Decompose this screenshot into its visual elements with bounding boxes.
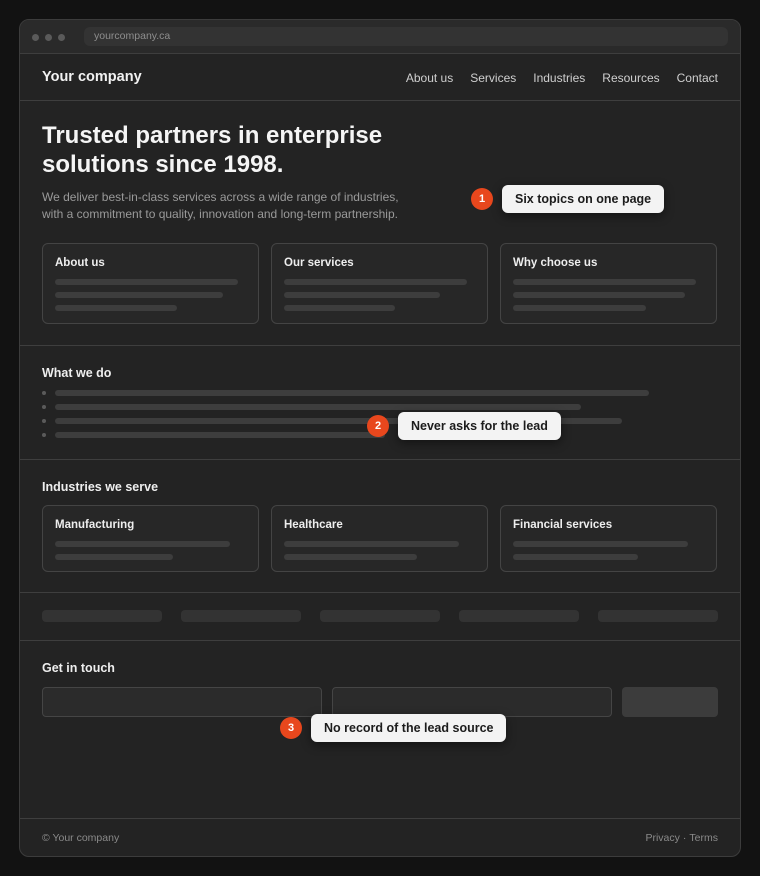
callout-label: Never asks for the lead [398, 412, 561, 440]
hero-section: Trusted partners in enterprise solutions… [20, 101, 740, 346]
card-title: Manufacturing [55, 519, 135, 531]
callout-number-badge: 3 [280, 717, 302, 739]
bullet-dot [42, 391, 46, 395]
copyright-text: © Your company [42, 832, 120, 844]
logo-placeholder [42, 610, 162, 622]
text-placeholder-line [55, 554, 173, 560]
card-financial-services[interactable]: Financial services [500, 505, 717, 572]
window-control-dot[interactable] [32, 34, 39, 41]
text-placeholder-line [55, 292, 223, 298]
card-healthcare[interactable]: Healthcare [271, 505, 488, 572]
card-about-us[interactable]: About us [42, 243, 259, 324]
text-placeholder-line [284, 279, 467, 285]
privacy-link[interactable]: Privacy [645, 832, 679, 844]
card-title: Healthcare [284, 519, 343, 531]
text-placeholder-line [513, 292, 685, 298]
callout-1: 1 Six topics on one page [471, 185, 665, 213]
card-manufacturing[interactable]: Manufacturing [42, 505, 259, 572]
bullet-dot [42, 419, 46, 423]
window-control-dot[interactable] [45, 34, 52, 41]
address-bar[interactable]: yourcompany.ca [84, 27, 728, 46]
logo-placeholder [459, 610, 579, 622]
brand-logo[interactable]: Your company [42, 69, 142, 85]
window-control-dot[interactable] [58, 34, 65, 41]
logo-placeholder [598, 610, 718, 622]
hero-subtitle: We deliver best-in-class services across… [42, 190, 399, 221]
card-title: Why choose us [513, 257, 598, 269]
text-placeholder-line [284, 554, 417, 560]
text-placeholder-line [284, 541, 459, 547]
hero-title: Trusted partners in enterprise solutions… [42, 122, 383, 178]
submit-button[interactable] [622, 687, 718, 717]
nav-link-contact[interactable]: Contact [677, 71, 718, 85]
section-title: Industries we serve [42, 480, 159, 494]
text-placeholder-line [55, 541, 230, 547]
bullet-dot [42, 433, 46, 437]
terms-link[interactable]: Terms [689, 832, 718, 844]
text-placeholder-line [55, 390, 649, 396]
what-we-do-section: What we do [20, 346, 740, 460]
text-placeholder-line [284, 292, 440, 298]
text-placeholder-line [513, 554, 638, 560]
contact-field[interactable] [332, 687, 612, 717]
nav-link-resources[interactable]: Resources [602, 71, 659, 85]
section-title: What we do [42, 366, 112, 380]
text-placeholder-line [55, 432, 385, 438]
card-title: Financial services [513, 519, 613, 531]
text-placeholder-line [513, 541, 688, 547]
text-placeholder-line [513, 279, 696, 285]
text-placeholder-line [513, 305, 646, 311]
callout-label: Six topics on one page [502, 185, 665, 213]
site-header: Your company About us Services Industrie… [20, 54, 740, 101]
nav-link-about[interactable]: About us [406, 71, 453, 85]
main-nav: About us Services Industries Resources C… [406, 71, 718, 85]
card-title: About us [55, 257, 105, 269]
legal-links: Privacy · Terms [645, 832, 718, 844]
section-title: Get in touch [42, 661, 115, 675]
nav-link-industries[interactable]: Industries [533, 71, 585, 85]
text-placeholder-line [55, 404, 581, 410]
callout-2: 2 Never asks for the lead [367, 412, 561, 440]
contact-field[interactable] [42, 687, 322, 717]
callout-number-badge: 2 [367, 415, 389, 437]
bullet-dot [42, 405, 46, 409]
logo-strip [20, 593, 740, 641]
nav-link-services[interactable]: Services [470, 71, 516, 85]
callout-3: 3 No record of the lead source [280, 714, 507, 742]
industries-section: Industries we serve Manufacturing Health… [20, 460, 740, 593]
logo-placeholder [181, 610, 301, 622]
card-our-services[interactable]: Our services [271, 243, 488, 324]
site-footer: © Your company Privacy · Terms [20, 819, 740, 856]
logo-placeholder [320, 610, 440, 622]
card-title: Our services [284, 257, 354, 269]
text-placeholder-line [284, 305, 395, 311]
link-separator: · [682, 832, 687, 844]
card-why-choose-us[interactable]: Why choose us [500, 243, 717, 324]
text-placeholder-line [55, 305, 177, 311]
callout-label: No record of the lead source [311, 714, 507, 742]
browser-chrome: yourcompany.ca [20, 20, 740, 54]
text-placeholder-line [55, 279, 238, 285]
callout-number-badge: 1 [471, 188, 493, 210]
